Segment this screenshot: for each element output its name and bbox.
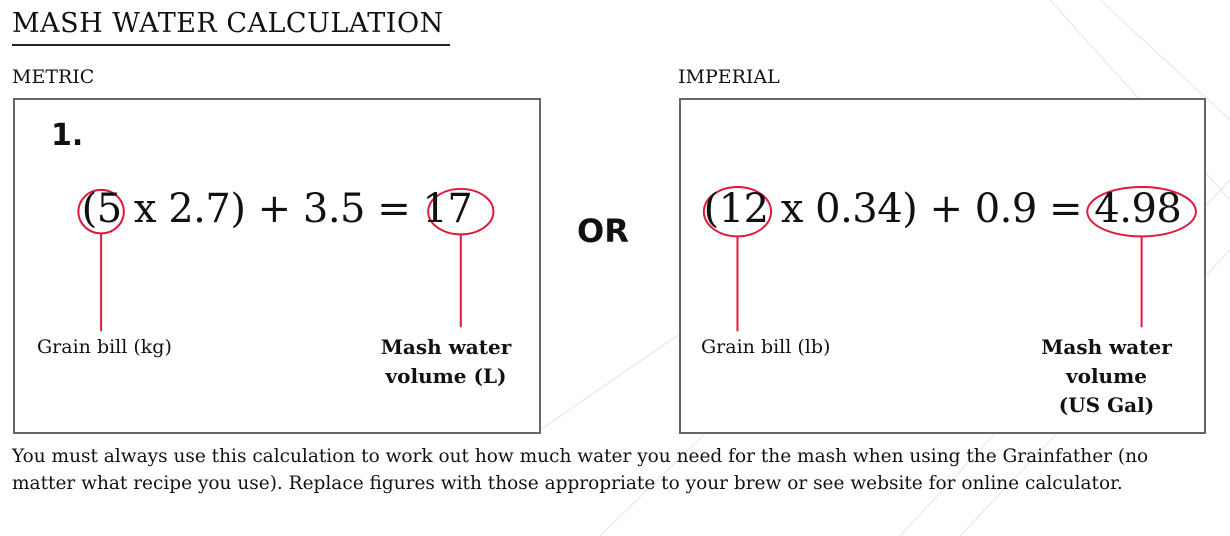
metric-result-label-line2: volume (L) [385, 364, 507, 388]
title-underline [12, 44, 450, 46]
page-title: MASH WATER CALCULATION [12, 8, 444, 39]
metric-result-label: Mash water volume (L) [361, 333, 531, 391]
step-number: 1. [51, 118, 84, 153]
metric-result-label-line1: Mash water [380, 335, 512, 359]
imperial-result-label-line3: (US Gal) [1058, 393, 1155, 417]
imperial-panel: (12 x 0.34) + 0.9 = 4.98 Grain bill (lb)… [679, 98, 1206, 434]
instruction-note: You must always use this calculation to … [12, 446, 1149, 494]
metric-formula: (5 x 2.7) + 3.5 = 17 [81, 186, 473, 232]
metric-label: METRIC [12, 66, 95, 88]
imperial-result-label: Mash water volume (US Gal) [1019, 333, 1194, 420]
imperial-label: IMPERIAL [678, 66, 780, 88]
metric-panel: 1. (5 x 2.7) + 3.5 = 17 Grain bill (kg) … [13, 98, 541, 434]
imperial-formula: (12 x 0.34) + 0.9 = 4.98 [703, 186, 1182, 232]
metric-grain-label: Grain bill (kg) [37, 336, 172, 358]
imperial-result-label-line1: Mash water [1041, 335, 1172, 359]
imperial-grain-label: Grain bill (lb) [701, 336, 831, 358]
imperial-result-label-line2: volume [1066, 364, 1147, 388]
or-separator: OR [577, 212, 629, 250]
